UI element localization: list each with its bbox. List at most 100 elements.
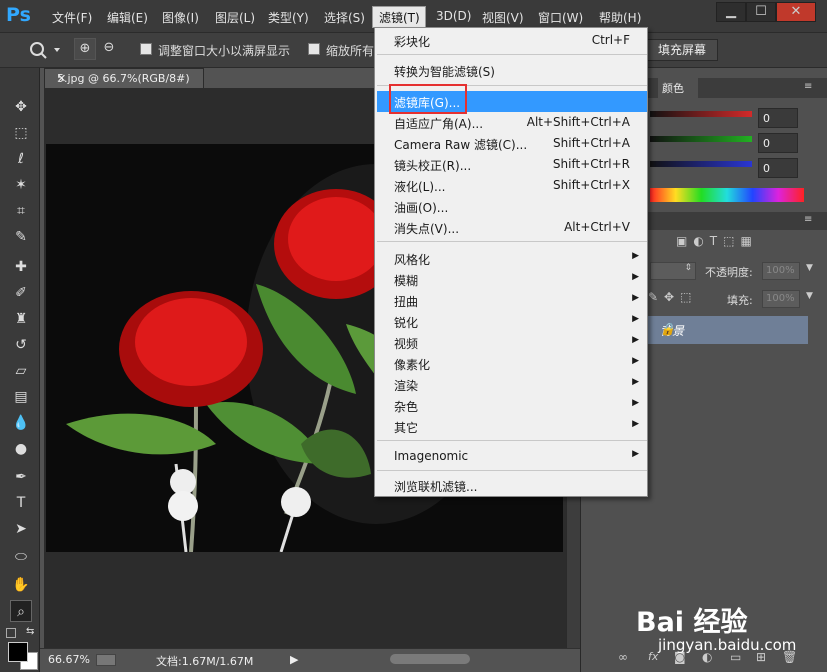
menu-image[interactable]: 图像(I) (162, 9, 199, 26)
photoshop-logo: Ps (6, 4, 31, 26)
lock-options-icons[interactable]: ✎✥⬚ (648, 290, 697, 304)
document-tab[interactable]: 5.jpg @ 66.7%(RGB/8#) ✕ (44, 68, 204, 88)
menu-separator (377, 440, 647, 441)
menu-item-render[interactable]: 渲染 ▶ (377, 374, 647, 395)
resize-windows-label: 调整窗口大小以满屏显示 (158, 44, 291, 58)
lock-icon: 🔒 (660, 322, 675, 336)
menu-3d[interactable]: 3D(D) (436, 9, 471, 23)
menu-item-distort[interactable]: 扭曲 ▶ (377, 290, 647, 311)
menu-item-vanishing-point[interactable]: 消失点(V)... Alt+Ctrl+V (377, 217, 647, 238)
move-tool-icon[interactable]: ✥ (10, 96, 32, 118)
menu-layer[interactable]: 图层(L) (215, 9, 255, 26)
export-icon[interactable] (96, 654, 116, 666)
blur-tool-icon[interactable]: 💧 (10, 412, 32, 434)
eyedropper-icon[interactable]: ✎ (10, 226, 32, 248)
zoom-level-field[interactable]: 66.67% (48, 653, 90, 666)
menu-filter[interactable]: 滤镜(T) (372, 6, 426, 28)
ellipse-tool-icon[interactable]: ⬭ (10, 546, 32, 568)
hand-tool-icon[interactable]: ✋ (10, 574, 32, 596)
menu-item-last-filter[interactable]: 彩块化 Ctrl+F (377, 30, 647, 51)
healing-brush-icon[interactable]: ✚ (10, 256, 32, 278)
green-slider[interactable] (650, 136, 752, 142)
close-tab-icon[interactable]: ✕ (57, 72, 197, 85)
path-select-icon[interactable]: ➤ (10, 518, 32, 540)
marquee-tool-icon[interactable]: ⬚ (10, 122, 32, 144)
submenu-arrow-icon: ▶ (632, 356, 639, 366)
blend-mode-select[interactable]: ⇕ (650, 262, 696, 280)
zoom-in-icon[interactable]: ⊕ (74, 38, 96, 60)
green-value-input[interactable]: 0 (758, 133, 798, 153)
red-value-input[interactable]: 0 (758, 108, 798, 128)
menu-item-lens-correction[interactable]: 镜头校正(R)... Shift+Ctrl+R (377, 154, 647, 175)
menu-item-blur[interactable]: 模糊 ▶ (377, 269, 647, 290)
status-menu-arrow-icon[interactable]: ▶ (290, 653, 298, 666)
layer-filter-icons[interactable]: ▣◐T⬚▦ (676, 234, 826, 250)
menu-item-camera-raw[interactable]: Camera Raw 滤镜(C)... Shift+Ctrl+A (377, 133, 647, 154)
menu-item-convert-smart-filter[interactable]: 转换为智能滤镜(S) (377, 60, 647, 81)
type-tool-icon[interactable]: T (10, 492, 32, 514)
eraser-icon[interactable]: ▱ (10, 360, 32, 382)
fill-label: 填充: (727, 294, 753, 307)
menu-file[interactable]: 文件(F) (52, 9, 92, 26)
menu-select[interactable]: 选择(S) (324, 9, 365, 26)
menu-item-shortcut: Alt+Ctrl+V (564, 220, 630, 234)
menu-type[interactable]: 类型(Y) (268, 9, 309, 26)
menu-item-adaptive-wide-angle[interactable]: 自适应广角(A)... Alt+Shift+Ctrl+A (377, 112, 647, 133)
layers-panel-menu-icon[interactable]: ≡ (804, 214, 812, 225)
resize-windows-checkbox[interactable] (140, 43, 152, 55)
submenu-arrow-icon: ▶ (632, 251, 639, 261)
dodge-tool-icon[interactable]: ● (10, 438, 32, 460)
red-slider[interactable] (650, 111, 752, 117)
submenu-arrow-icon: ▶ (632, 449, 639, 459)
menu-item-label: 消失点(V)... (394, 222, 460, 236)
menu-item-oil-paint[interactable]: 油画(O)... (377, 196, 647, 217)
menu-item-other[interactable]: 其它 ▶ (377, 416, 647, 437)
menu-item-shortcut: Alt+Shift+Ctrl+A (526, 115, 630, 129)
blue-slider[interactable] (650, 161, 752, 167)
menu-item-liquify[interactable]: 液化(L)... Shift+Ctrl+X (377, 175, 647, 196)
background-layer-row[interactable]: 背景 🔒 (646, 316, 808, 344)
menu-item-imagenomic[interactable]: Imagenomic ▶ (377, 446, 647, 467)
menu-item-browse-online-filters[interactable]: 浏览联机滤镜... (377, 475, 647, 496)
gradient-tool-icon[interactable]: ▤ (10, 386, 32, 408)
menu-item-label: Camera Raw 滤镜(C)... (394, 138, 528, 152)
horizontal-scrollbar[interactable] (390, 654, 470, 664)
magic-wand-icon[interactable]: ✶ (10, 174, 32, 196)
submenu-arrow-icon: ▶ (632, 419, 639, 429)
menu-item-stylize[interactable]: 风格化 ▶ (377, 248, 647, 269)
fill-screen-button[interactable]: 填充屏幕 (646, 39, 718, 61)
clone-stamp-icon[interactable]: ♜ (10, 308, 32, 330)
close-button[interactable]: ✕ (776, 2, 816, 22)
menu-item-video[interactable]: 视频 ▶ (377, 332, 647, 353)
zoom-tool-icon[interactable]: ⌕ (10, 600, 32, 622)
swap-colors-icon[interactable]: ⇆ (26, 626, 34, 637)
blue-value-input[interactable]: 0 (758, 158, 798, 178)
zoom-tool-preset-icon[interactable] (28, 40, 64, 60)
menu-item-noise[interactable]: 杂色 ▶ (377, 395, 647, 416)
crop-tool-icon[interactable]: ⌗ (10, 200, 32, 222)
link-layers-icon[interactable]: ∞ (618, 650, 628, 664)
menu-help[interactable]: 帮助(H) (599, 9, 641, 26)
menu-window[interactable]: 窗口(W) (538, 9, 583, 26)
restore-button[interactable]: ☐ (746, 2, 776, 22)
default-colors-icon[interactable] (6, 628, 16, 638)
zoom-out-icon[interactable]: ⊖ (98, 38, 120, 60)
brush-tool-icon[interactable]: ✐ (10, 282, 32, 304)
history-brush-icon[interactable]: ↺ (10, 334, 32, 356)
fill-dropdown-icon[interactable]: ▼ (806, 291, 813, 301)
fill-input[interactable]: 100% (762, 290, 800, 308)
minimize-button[interactable]: ▁ (716, 2, 746, 22)
color-spectrum-bar[interactable] (650, 188, 804, 202)
menu-edit[interactable]: 编辑(E) (107, 9, 148, 26)
opacity-dropdown-icon[interactable]: ▼ (806, 263, 813, 273)
menu-item-sharpen[interactable]: 锐化 ▶ (377, 311, 647, 332)
menu-view[interactable]: 视图(V) (482, 9, 524, 26)
lasso-tool-icon[interactable]: ℓ (10, 148, 32, 170)
menu-item-label: 液化(L)... (394, 180, 446, 194)
opacity-input[interactable]: 100% (762, 262, 800, 280)
menu-item-pixelate[interactable]: 像素化 ▶ (377, 353, 647, 374)
pen-tool-icon[interactable]: ✒ (10, 466, 32, 488)
foreground-color-swatch[interactable] (8, 642, 28, 662)
panel-menu-icon[interactable]: ≡ (804, 81, 812, 92)
zoom-all-checkbox[interactable] (308, 43, 320, 55)
